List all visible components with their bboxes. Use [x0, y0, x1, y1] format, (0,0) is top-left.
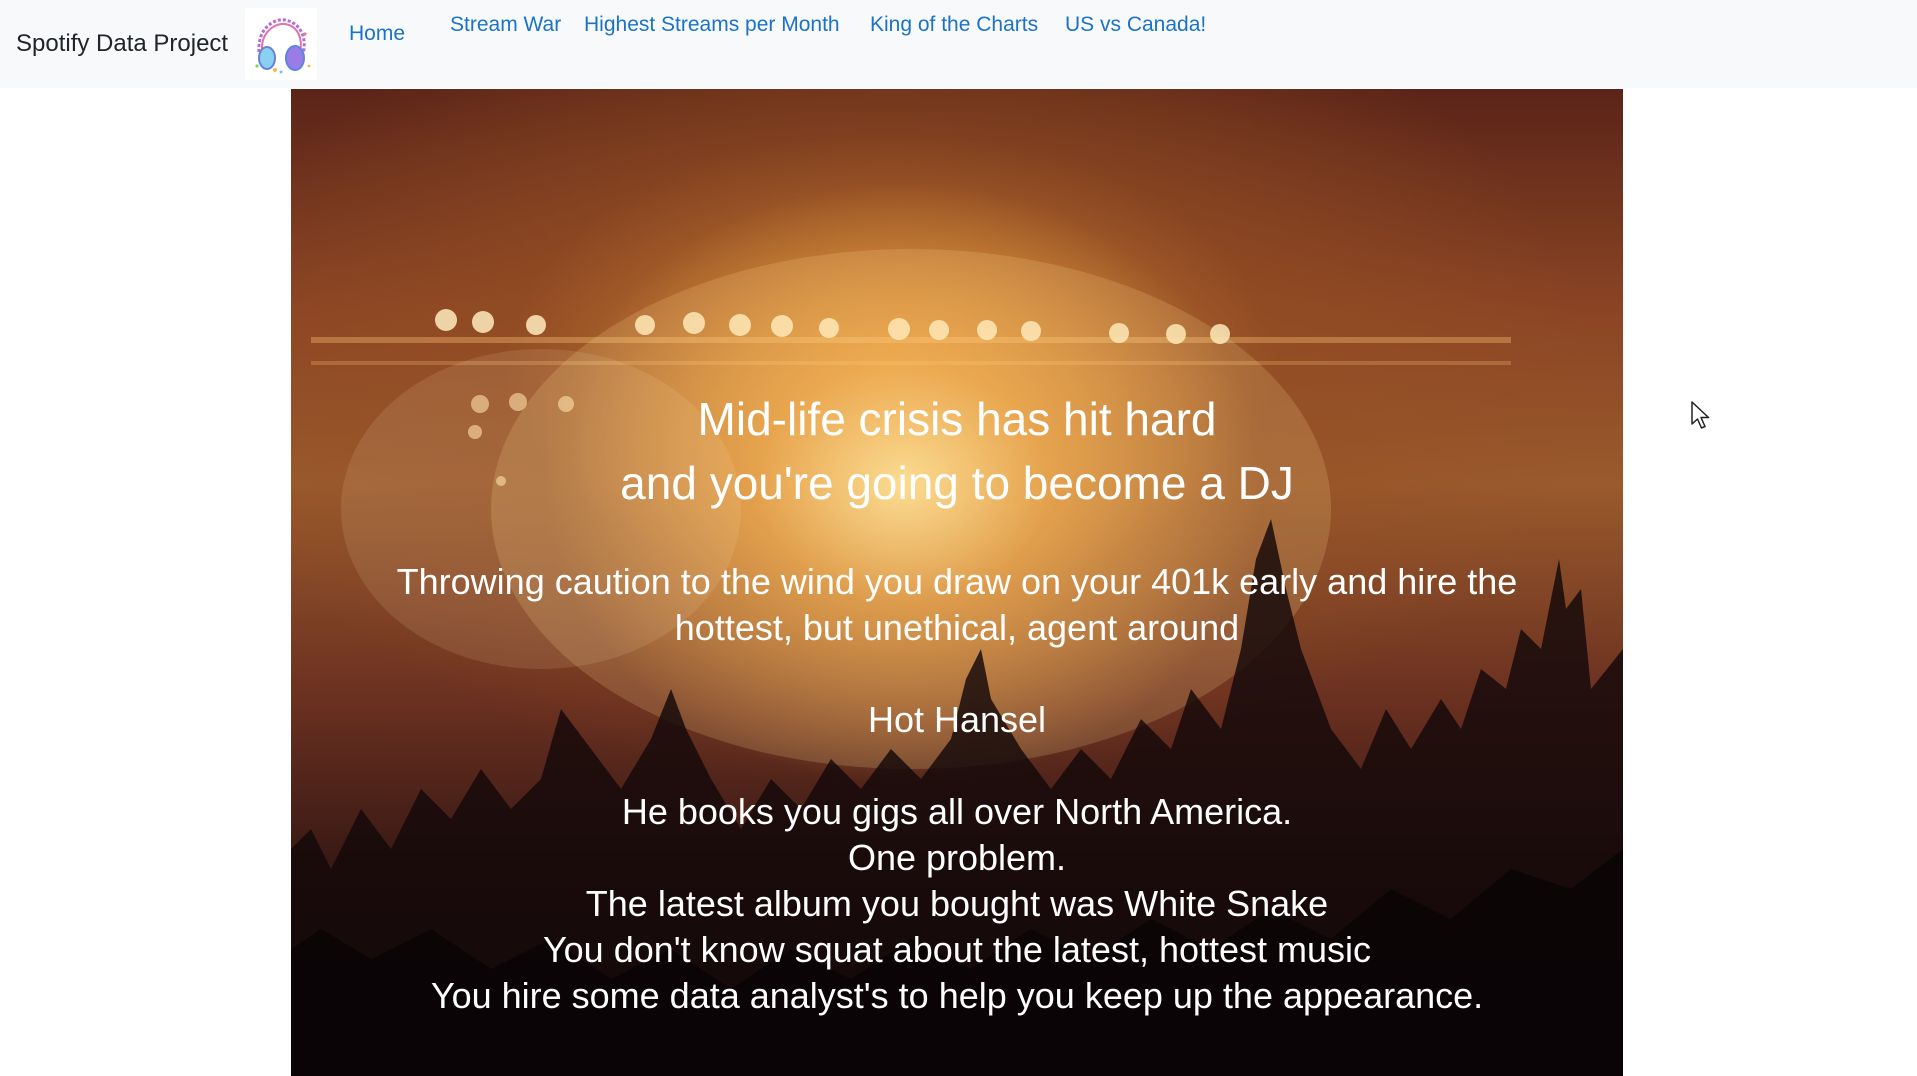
hero-banner: Mid-life crisis has hit hard and you're …	[291, 89, 1623, 1076]
nav-link-us-vs-canada[interactable]: US vs Canada!	[1065, 13, 1206, 37]
hero-heading-line-2: and you're going to become a DJ	[620, 457, 1294, 509]
story-line: The latest album you bought was White Sn…	[585, 883, 1329, 924]
navbar: Spotify Data Project Home Stream War Hig…	[0, 0, 1917, 88]
story-line: He books you gigs all over North America…	[621, 791, 1293, 832]
nav-link-home[interactable]: Home	[349, 22, 405, 46]
nav-link-highest-streams-per-month[interactable]: Highest Streams per Month	[584, 13, 840, 37]
mouse-cursor-icon	[1690, 400, 1712, 435]
story-line: You hire some data analyst's to help you…	[430, 975, 1484, 1016]
nav-link-stream-war[interactable]: Stream War	[450, 13, 561, 37]
agent-name: Hot Hansel	[867, 699, 1047, 740]
story-line: You don't know squat about the latest, h…	[542, 929, 1372, 970]
hero-paragraph-line-2: hottest, but unethical, agent around	[674, 607, 1240, 648]
brand-title[interactable]: Spotify Data Project	[16, 30, 228, 58]
headphones-logo-icon[interactable]	[245, 8, 317, 80]
hero-paragraph-line-1: Throwing caution to the wind you draw on…	[396, 561, 1518, 602]
hero-heading-line-1: Mid-life crisis has hit hard	[697, 393, 1217, 445]
story-line: One problem.	[847, 837, 1067, 878]
nav-link-king-of-the-charts[interactable]: King of the Charts	[870, 13, 1038, 37]
